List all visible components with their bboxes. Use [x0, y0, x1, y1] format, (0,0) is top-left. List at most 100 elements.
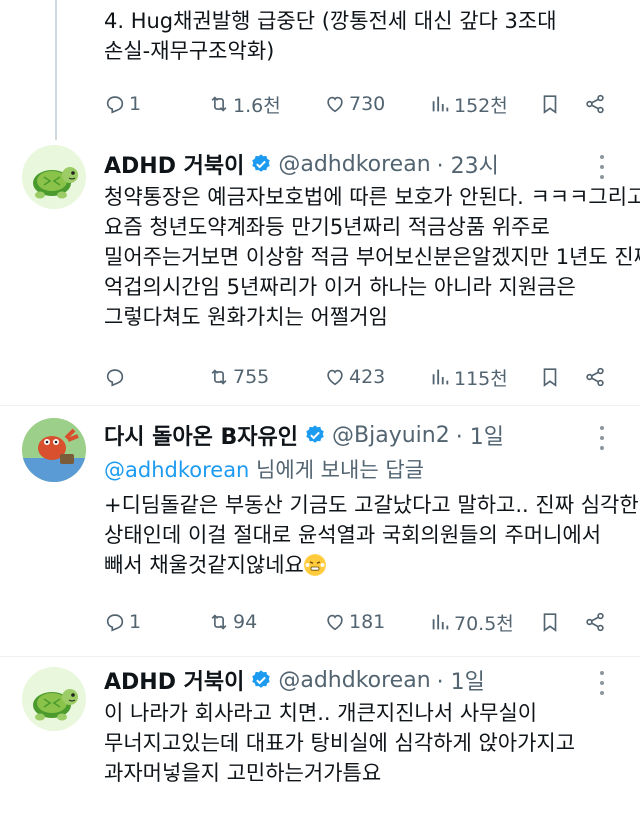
action-bar: 1 1.6천 730 152천	[104, 88, 614, 120]
more-icon	[600, 446, 604, 450]
author-handle[interactable]: @adhdkorean	[278, 668, 430, 693]
tweet-text-line: 밀어주는거보면 이상함 적금 부어보신분은알겠지만 1년도 진짜	[104, 245, 640, 269]
turtle-avatar-icon	[33, 689, 78, 721]
reply-count: 1	[129, 93, 142, 115]
reply-icon	[106, 614, 124, 632]
more-button[interactable]	[592, 669, 612, 697]
tweet-text: 이 나라가 회사라고 치면.. 개큰지진나서 사무실이 무너지고있는데 대표가 …	[104, 698, 614, 788]
like-count: 423	[349, 366, 386, 388]
retweet-count: 755	[233, 366, 270, 388]
views-icon	[432, 369, 449, 385]
tweet-text-line: 요즘 청년도약계좌등 만기5년짜리 적금상품 위주로	[104, 215, 550, 239]
retweet-icon	[211, 614, 227, 630]
retweet-button[interactable]: 94	[208, 606, 257, 638]
tweet-text-line: 청약통장은 예금자보호법에 따른 보호가 안된다. ㅋㅋㅋ그리고	[104, 185, 640, 209]
like-icon	[327, 369, 343, 386]
more-icon	[600, 691, 604, 695]
tweet-text-line-with-emoji: 빼서 채울것같지않네요	[104, 550, 614, 580]
reply-icon	[106, 369, 124, 387]
reply-mention-link[interactable]: @adhdkorean	[104, 458, 249, 482]
share-button[interactable]	[584, 606, 609, 638]
avatar[interactable]	[22, 667, 86, 731]
like-button[interactable]: 423	[324, 361, 385, 393]
bookmark-button[interactable]	[539, 88, 564, 120]
retweet-button[interactable]: 755	[208, 361, 269, 393]
more-icon	[600, 426, 604, 430]
like-count: 181	[349, 611, 386, 633]
action-bar: 755 423 115천	[104, 361, 614, 393]
tweet[interactable]: ADHD 거북이 @adhdkorean · 23시 청약통장은 예금자보호법에…	[0, 135, 640, 405]
views-count: 115천	[454, 367, 508, 390]
reply-context: @adhdkorean 님에게 보내는 답글	[104, 454, 424, 484]
author-name[interactable]: ADHD 거북이	[104, 148, 244, 180]
bookmark-icon	[543, 95, 557, 114]
tweet-header: ADHD 거북이 @adhdkorean · 23시	[104, 147, 499, 181]
share-icon	[586, 94, 604, 114]
tweet-text-line: +디딤돌같은 부동산 기금도 고갈났다고 말하고.. 진짜 심각한	[104, 493, 639, 517]
author-name[interactable]: 다시 돌아온 B자유인	[104, 419, 298, 451]
action-bar: 1 94 181 70.5천	[104, 606, 614, 638]
tweet-text: 청약통장은 예금자보호법에 따른 보호가 안된다. ㅋㅋㅋ그리고 요즘 청년도약…	[104, 182, 640, 332]
tweet-text-line: 빼서 채울것같지않네요	[104, 553, 304, 577]
tweet[interactable]: ADHD 거북이 @adhdkorean · 1일 이 나라가 회사라고 치면.…	[0, 657, 640, 816]
bookmark-icon	[543, 368, 557, 387]
avatar[interactable]	[22, 418, 86, 482]
turtle-avatar-icon	[33, 167, 78, 199]
tweet-time[interactable]: · 23시	[437, 148, 499, 180]
tweet-text-line: 억겁의시간임 5년짜리가 이거 하나는 아니라 지원금은	[104, 275, 576, 299]
more-button[interactable]	[592, 153, 612, 181]
cartoon-avatar-icon	[22, 418, 86, 482]
author-handle[interactable]: @adhdkorean	[278, 152, 430, 177]
like-count: 730	[349, 93, 386, 115]
reply-button[interactable]	[104, 361, 129, 393]
views-icon	[432, 96, 449, 112]
more-icon	[600, 671, 604, 675]
like-button[interactable]: 181	[324, 606, 385, 638]
bookmark-button[interactable]	[539, 606, 564, 638]
tweet-time[interactable]: · 1일	[437, 664, 485, 696]
more-icon	[600, 175, 604, 179]
retweet-count: 94	[233, 611, 258, 633]
tweet-text: 4. Hug채권발행 급중단 (깡통전세 대신 갚다 3조대 손실-재무구조악화…	[104, 6, 614, 66]
reply-context-text: 님에게 보내는 답글	[249, 458, 424, 482]
frustrated-emoji-icon	[303, 554, 326, 576]
more-icon	[600, 436, 604, 440]
tweet-text-line: 손실-재무구조악화)	[104, 39, 275, 63]
tweet-header: 다시 돌아온 B자유인 @Bjayuin2 · 1일	[104, 418, 504, 452]
views-button[interactable]: 70.5천	[429, 606, 514, 638]
retweet-icon	[211, 369, 227, 385]
more-icon	[600, 165, 604, 169]
tweet[interactable]: 4. Hug채권발행 급중단 (깡통전세 대신 갚다 3조대 손실-재무구조악화…	[0, 0, 640, 135]
tweet[interactable]: 다시 돌아온 B자유인 @Bjayuin2 · 1일 @adhdkorean 님…	[0, 406, 640, 656]
more-button[interactable]	[592, 424, 612, 452]
reply-icon	[106, 96, 124, 114]
views-button[interactable]: 152천	[429, 88, 508, 120]
views-count: 70.5천	[454, 612, 514, 635]
retweet-count: 1.6천	[233, 94, 281, 117]
reply-button[interactable]: 1	[104, 88, 141, 120]
author-handle[interactable]: @Bjayuin2	[332, 423, 450, 448]
tweet-text-line: 그렇다쳐도 원화가치는 어쩔거임	[104, 305, 388, 329]
verified-badge-icon	[252, 670, 271, 688]
bookmark-button[interactable]	[539, 361, 564, 393]
more-icon	[600, 681, 604, 685]
like-button[interactable]: 730	[324, 88, 385, 120]
more-icon	[600, 155, 604, 159]
retweet-button[interactable]: 1.6천	[208, 88, 281, 120]
views-button[interactable]: 115천	[429, 361, 508, 393]
tweet-text-line: 이 나라가 회사라고 치면.. 개큰지진나서 사무실이	[104, 701, 538, 725]
tweet-text-line: 상태인데 이걸 절대로 윤석열과 국회의원들의 주머니에서	[104, 523, 602, 547]
author-name[interactable]: ADHD 거북이	[104, 664, 244, 696]
avatar[interactable]	[22, 145, 86, 209]
share-icon	[586, 612, 604, 632]
tweet-text-line: 과자머넣을지 고민하는거가틈요	[104, 761, 382, 785]
like-icon	[327, 614, 343, 631]
share-button[interactable]	[584, 361, 609, 393]
share-icon	[586, 367, 604, 387]
share-button[interactable]	[584, 88, 609, 120]
bookmark-icon	[543, 613, 557, 632]
tweet-time[interactable]: · 1일	[456, 419, 504, 451]
tweet-text: +디딤돌같은 부동산 기금도 고갈났다고 말하고.. 진짜 심각한 상태인데 이…	[104, 490, 639, 580]
views-icon	[432, 614, 449, 630]
reply-button[interactable]: 1	[104, 606, 141, 638]
